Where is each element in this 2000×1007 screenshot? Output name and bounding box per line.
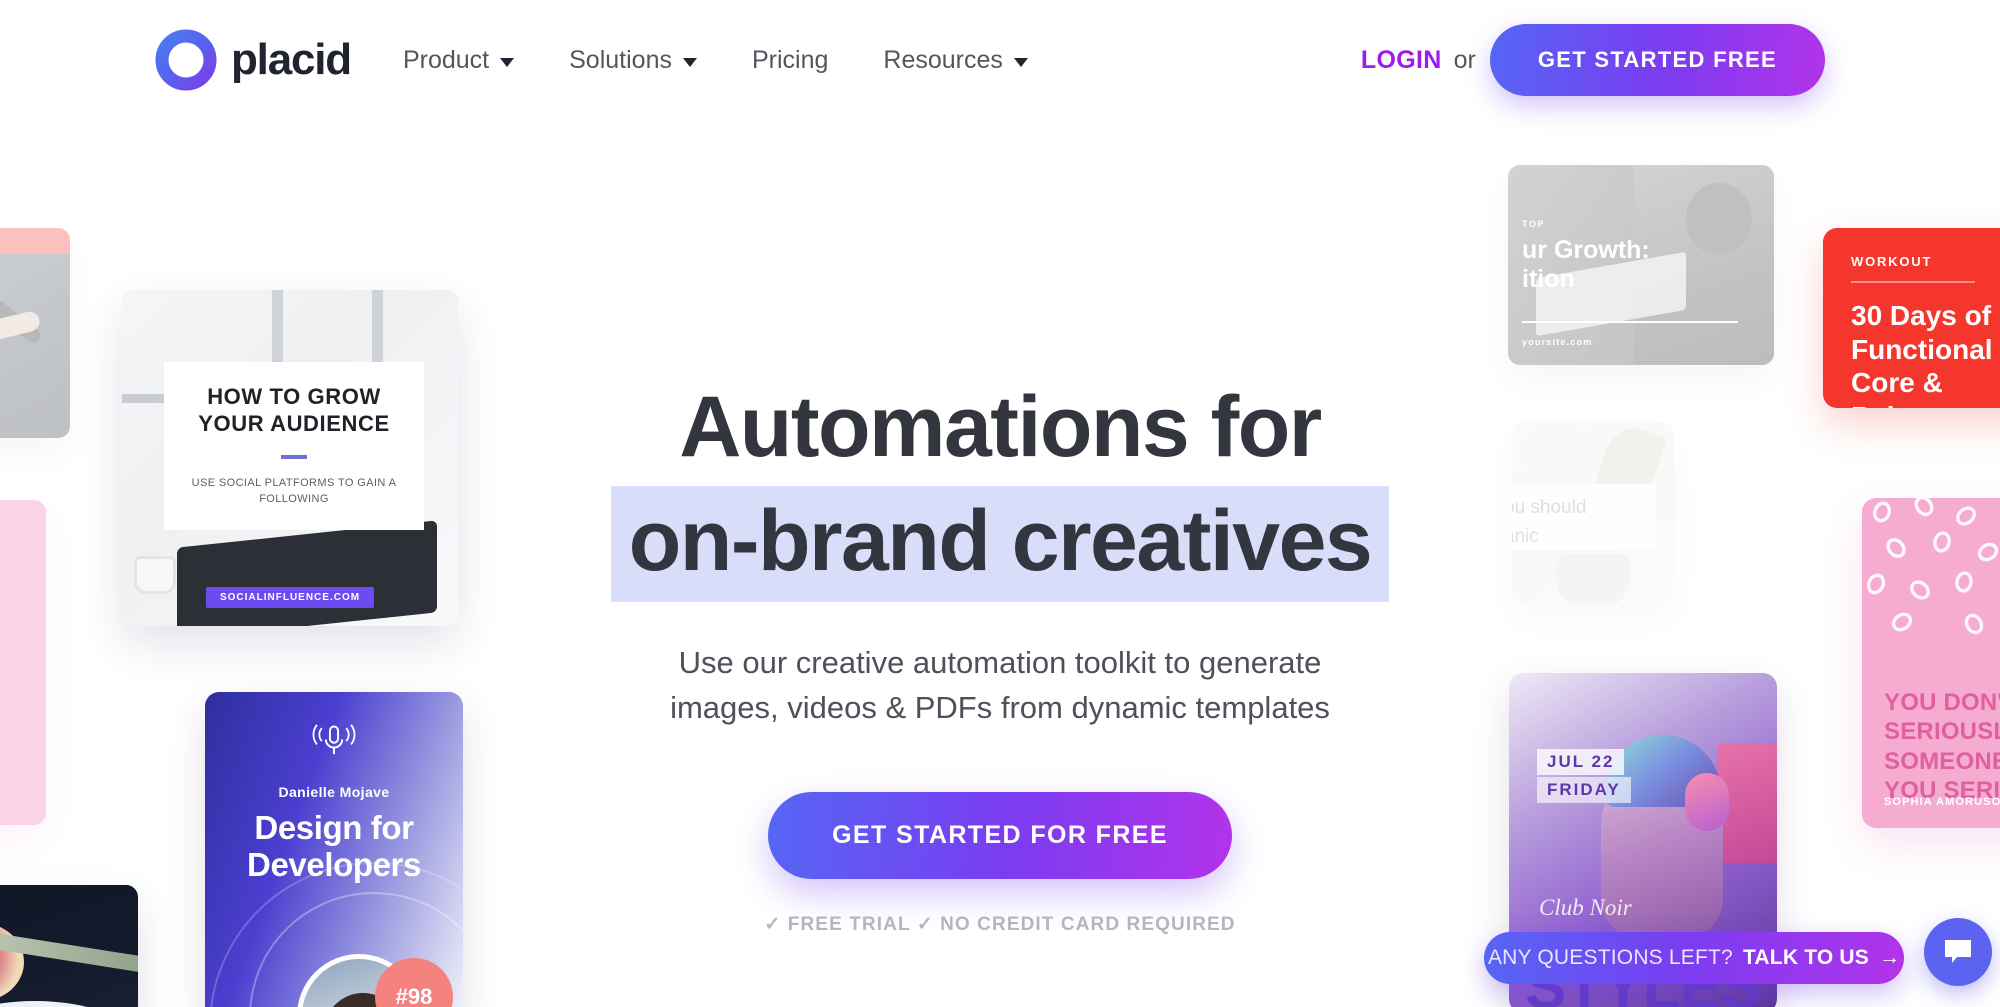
growth-overlay: TOP ur Growth: ition (1508, 165, 1774, 365)
chevron-down-icon (682, 57, 697, 67)
plant-text-line1: ou should (1512, 497, 1587, 518)
nav-item-pricing[interactable]: Pricing (752, 46, 828, 75)
nav-item-pricing-label: Pricing (751, 45, 829, 74)
nav-item-product-label: Product (402, 45, 490, 74)
template-card-podcast: Danielle Mojave Design for Developers #9… (205, 692, 463, 1007)
template-card-how-to-grow: HOW TO GROW YOUR AUDIENCE USE SOCIAL PLA… (122, 290, 458, 626)
page-title: Automations for on-brand creatives (610, 378, 1390, 602)
snow-shape (0, 1001, 130, 1007)
grow-title: HOW TO GROW YOUR AUDIENCE (198, 384, 390, 437)
hero-subtitle: Use our creative automation toolkit to g… (670, 640, 1330, 731)
growth-title-line2: ition (1522, 264, 1575, 293)
grow-site-badge: SOCIALINFLUENCE.COM (205, 587, 375, 608)
yoga-card-red-bar (0, 228, 70, 254)
headline-line2-highlighted: on-brand creatives (610, 485, 1390, 602)
dj-day: FRIDAY (1537, 777, 1631, 803)
growth-kicker: TOP (1522, 219, 1546, 229)
confetti-pattern-icon (1866, 498, 1999, 635)
growth-site: yoursite.com (1522, 337, 1593, 347)
nav-item-resources-label: Resources (883, 45, 1003, 74)
nav-item-solutions[interactable]: Solutions (569, 46, 697, 75)
growth-divider (1522, 321, 1738, 323)
arrow-right-icon: → (1879, 946, 1901, 969)
template-card-pink-left (0, 500, 46, 825)
plant-text-line2: anic (1512, 525, 1539, 547)
get-started-for-free-button[interactable]: GET STARTED FOR FREE (768, 792, 1232, 879)
dj-headphone-shape (1685, 773, 1729, 831)
microphone-icon (312, 724, 356, 755)
workout-title: 30 Days of Functional Core & Balance (1851, 300, 1993, 408)
podcast-author: Danielle Mojave (278, 784, 390, 801)
template-card-growth: TOP ur Growth: ition yoursite.com (1508, 165, 1774, 365)
hero-subtitle-line2: images, videos & PDFs from dynamic templ… (670, 689, 1330, 725)
growth-title: ur Growth: ition (1522, 236, 1774, 293)
nav-item-resources[interactable]: Resources (883, 46, 1028, 75)
nav-actions: LOGIN or GET STARTED FREE (1361, 24, 1825, 96)
grow-title-line2: YOUR AUDIENCE (198, 410, 390, 436)
login-link[interactable]: LOGIN (1361, 46, 1442, 75)
grow-text-panel: HOW TO GROW YOUR AUDIENCE USE SOCIAL PLA… (164, 362, 424, 530)
hero-subtitle-line1: Use our creative automation toolkit to g… (678, 644, 1322, 680)
grow-divider (281, 454, 307, 459)
dj-club-name: Club Noir (1539, 895, 1632, 920)
top-navigation-bar: placid Product Solutions Pricing Resourc… (0, 0, 2000, 120)
grow-cup-shape (134, 556, 176, 594)
plant-vase-shape (1556, 554, 1630, 604)
logo[interactable]: placid (155, 29, 352, 91)
nav-item-solutions-label: Solutions (569, 45, 672, 74)
logo-text: placid (231, 35, 352, 84)
ring-logo-icon (155, 29, 217, 91)
plant-flower-shape (1520, 422, 1590, 486)
yoga-card-photo (0, 254, 70, 438)
workout-kicker: WORKOUT (1851, 254, 1933, 269)
hero-sub-cta-text: ✓ FREE TRIAL ✓ NO CREDIT CARD REQUIRED (764, 914, 1236, 935)
nav-links: Product Solutions Pricing Resources (403, 46, 1083, 75)
plant-text: ou should anic (1512, 494, 1674, 551)
template-card-yoga (0, 228, 70, 438)
template-card-workout: WORKOUT 30 Days of Functional Core & Bal… (1823, 228, 2000, 408)
chat-bubble-icon (1945, 940, 1971, 963)
chevron-down-icon (1013, 57, 1028, 67)
talk-to-us-banner[interactable]: ANY QUESTIONS LEFT? TALK TO US → (1484, 932, 1904, 984)
template-card-plant: ou should anic (1512, 422, 1674, 604)
headline-line1: Automations for (679, 379, 1322, 475)
quote-line3: SOMEONE TO (1884, 747, 2000, 775)
template-card-food (0, 885, 138, 1007)
chevron-down-icon (500, 57, 515, 67)
or-label: or (1453, 45, 1476, 74)
template-card-quote: YOU DON'T G SERIOUSLY BY SOMEONE TO YOU … (1862, 498, 2000, 828)
workout-divider (1851, 281, 1975, 283)
quote-line2: SERIOUSLY BY (1884, 718, 2000, 746)
banner-action-text: TALK TO US (1742, 946, 1870, 969)
nav-item-product[interactable]: Product (402, 45, 515, 75)
grow-subtitle: USE SOCIAL PLATFORMS TO GAIN A FOLLOWING (191, 476, 397, 506)
growth-title-line1: ur Growth: (1522, 236, 1650, 264)
quote-line1: YOU DON'T G (1884, 689, 2000, 716)
podcast-title-line1: Design for (254, 809, 414, 847)
quote-author: SOPHIA AMORUSO (1884, 796, 2000, 808)
banner-question-text: ANY QUESTIONS LEFT? (1487, 946, 1733, 969)
grow-title-line1: HOW TO GROW (207, 384, 381, 410)
dj-date: JUL 22 (1537, 749, 1625, 775)
get-started-free-button[interactable]: GET STARTED FREE (1489, 24, 1825, 96)
chat-widget-button[interactable] (1924, 918, 1992, 986)
quote-text: YOU DON'T G SERIOUSLY BY SOMEONE TO YOU … (1884, 688, 2000, 805)
